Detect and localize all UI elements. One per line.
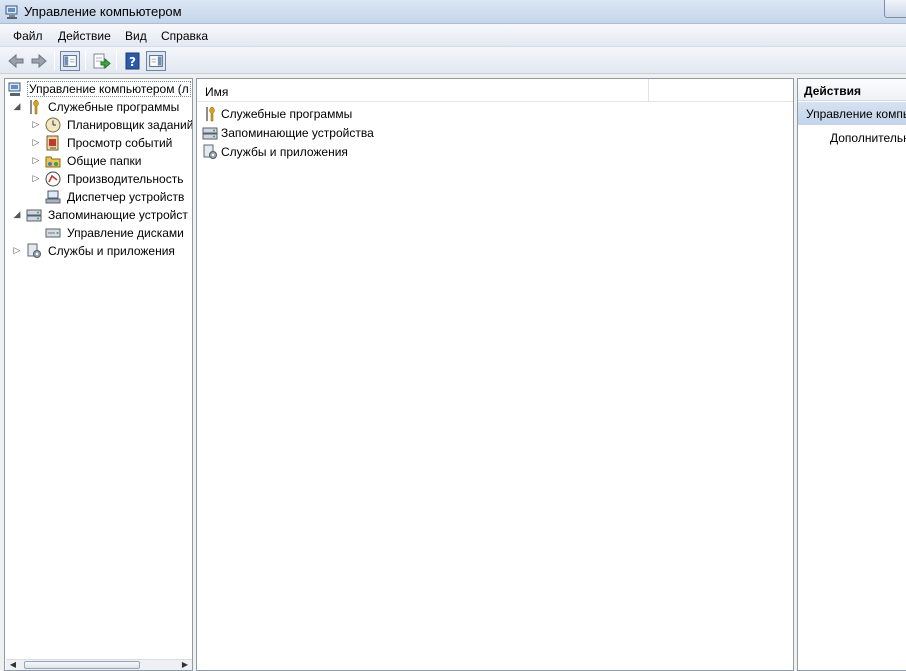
- show-hide-action-pane-icon[interactable]: [146, 51, 166, 71]
- title-bar: Управление компьютером: [0, 0, 906, 24]
- disk-management-icon: [45, 228, 61, 238]
- actions-more-link[interactable]: Дополнительные: [830, 131, 906, 145]
- actions-section-header[interactable]: Управление компь: [798, 102, 906, 125]
- tree-item-storage[interactable]: ◢ Запоминающие устройст: [5, 206, 192, 224]
- scrollbar-thumb[interactable]: [24, 661, 140, 669]
- results-list: Имя Служебные программы Запоминающие уст…: [196, 78, 794, 671]
- tree-item-performance[interactable]: ▷ Производительность: [5, 170, 192, 188]
- tree-item-shared-folders[interactable]: ▷ Общие папки: [5, 152, 192, 170]
- tree-item-disk-management[interactable]: Управление дисками: [5, 224, 192, 242]
- list-item[interactable]: Запоминающие устройства: [202, 124, 502, 142]
- list-item-label: Службы и приложения: [221, 145, 348, 159]
- scroll-left-icon[interactable]: ◀: [8, 660, 18, 670]
- storage-icon: [202, 127, 218, 140]
- toolbar: ?: [0, 47, 906, 74]
- expand-arrow-icon[interactable]: ▷: [31, 155, 41, 165]
- tree-item-services-apps[interactable]: ▷ Службы и приложения: [5, 242, 192, 260]
- tree-item-device-manager[interactable]: Диспетчер устройств: [5, 188, 192, 206]
- expand-arrow-icon[interactable]: ▷: [31, 119, 41, 129]
- expand-arrow-icon[interactable]: ▷: [12, 245, 22, 255]
- toolbar-separator: [54, 51, 55, 70]
- clock-icon: [45, 117, 61, 133]
- menu-bar: Файл Действие Вид Справка: [0, 24, 906, 47]
- tree-item-system-tools[interactable]: ◢ Служебные программы: [5, 98, 192, 116]
- actions-title: Действия: [798, 79, 906, 101]
- actions-section-label: Управление компь: [806, 107, 906, 121]
- services-icon: [203, 144, 217, 159]
- expand-arrow-icon[interactable]: ▷: [31, 137, 41, 147]
- tree-item-label: Служебные программы: [48, 100, 180, 114]
- tree-item-label: Запоминающие устройст: [48, 208, 188, 222]
- expand-arrow-icon[interactable]: ▷: [31, 173, 41, 183]
- tree-horizontal-scrollbar[interactable]: ◀ ▶: [6, 659, 192, 670]
- show-hide-tree-icon[interactable]: [60, 51, 80, 71]
- back-icon[interactable]: [6, 51, 26, 71]
- tree-item-label: Общие папки: [67, 154, 142, 168]
- actions-title-label: Действия: [804, 84, 862, 98]
- collapse-arrow-icon[interactable]: ◢: [12, 209, 22, 219]
- tree-item-label: Производительность: [67, 172, 184, 186]
- performance-icon: [45, 171, 61, 187]
- computer-management-icon: [8, 82, 21, 96]
- svg-text:?: ?: [129, 55, 136, 69]
- column-header-name[interactable]: Имя: [197, 79, 649, 102]
- menu-help[interactable]: Справка: [161, 29, 208, 43]
- toolbar-separator: [116, 51, 117, 70]
- tree-item-label: Просмотр событий: [67, 136, 173, 150]
- help-icon[interactable]: ?: [123, 51, 143, 71]
- list-item[interactable]: Службы и приложения: [202, 143, 502, 161]
- forward-icon[interactable]: [29, 51, 49, 71]
- list-item[interactable]: Служебные программы: [202, 105, 502, 123]
- tree-item-label: Диспетчер устройств: [67, 190, 185, 204]
- collapse-arrow-icon[interactable]: ◢: [12, 101, 22, 111]
- export-list-icon[interactable]: [91, 51, 111, 71]
- tools-icon: [206, 106, 215, 122]
- tree-item-label: Управление компьютером (л: [27, 81, 191, 97]
- tree-item-event-viewer[interactable]: ▷ Просмотр событий: [5, 134, 192, 152]
- list-item-label: Служебные программы: [221, 107, 353, 121]
- storage-icon: [26, 209, 42, 222]
- menu-view[interactable]: Вид: [125, 29, 147, 43]
- services-icon: [27, 243, 41, 258]
- tree-item-label: Планировщик заданий: [67, 118, 193, 132]
- toolbar-separator: [85, 51, 86, 70]
- computer-management-icon: [5, 5, 18, 19]
- menu-action[interactable]: Действие: [58, 29, 111, 43]
- shared-folders-icon: [45, 156, 61, 168]
- scroll-right-icon[interactable]: ▶: [180, 660, 190, 670]
- tree-item-computer-management[interactable]: Управление компьютером (л: [5, 80, 192, 98]
- tools-icon: [30, 99, 39, 115]
- window-title: Управление компьютером: [24, 4, 182, 19]
- column-header-label: Имя: [205, 85, 229, 99]
- console-tree: Управление компьютером (л ◢ Служебные пр…: [4, 78, 193, 671]
- list-item-label: Запоминающие устройства: [221, 126, 374, 140]
- event-viewer-icon: [46, 135, 59, 151]
- tree-item-label: Службы и приложения: [48, 244, 175, 258]
- actions-pane: Действия Управление компь Дополнительные: [797, 78, 906, 671]
- menu-file[interactable]: Файл: [13, 29, 43, 43]
- tree-item-label: Управление дисками: [67, 226, 184, 240]
- list-header: Имя: [197, 79, 793, 102]
- tree-item-task-scheduler[interactable]: ▷ Планировщик заданий: [5, 116, 192, 134]
- window-control-button[interactable]: [884, 0, 906, 18]
- device-manager-icon: [45, 190, 61, 204]
